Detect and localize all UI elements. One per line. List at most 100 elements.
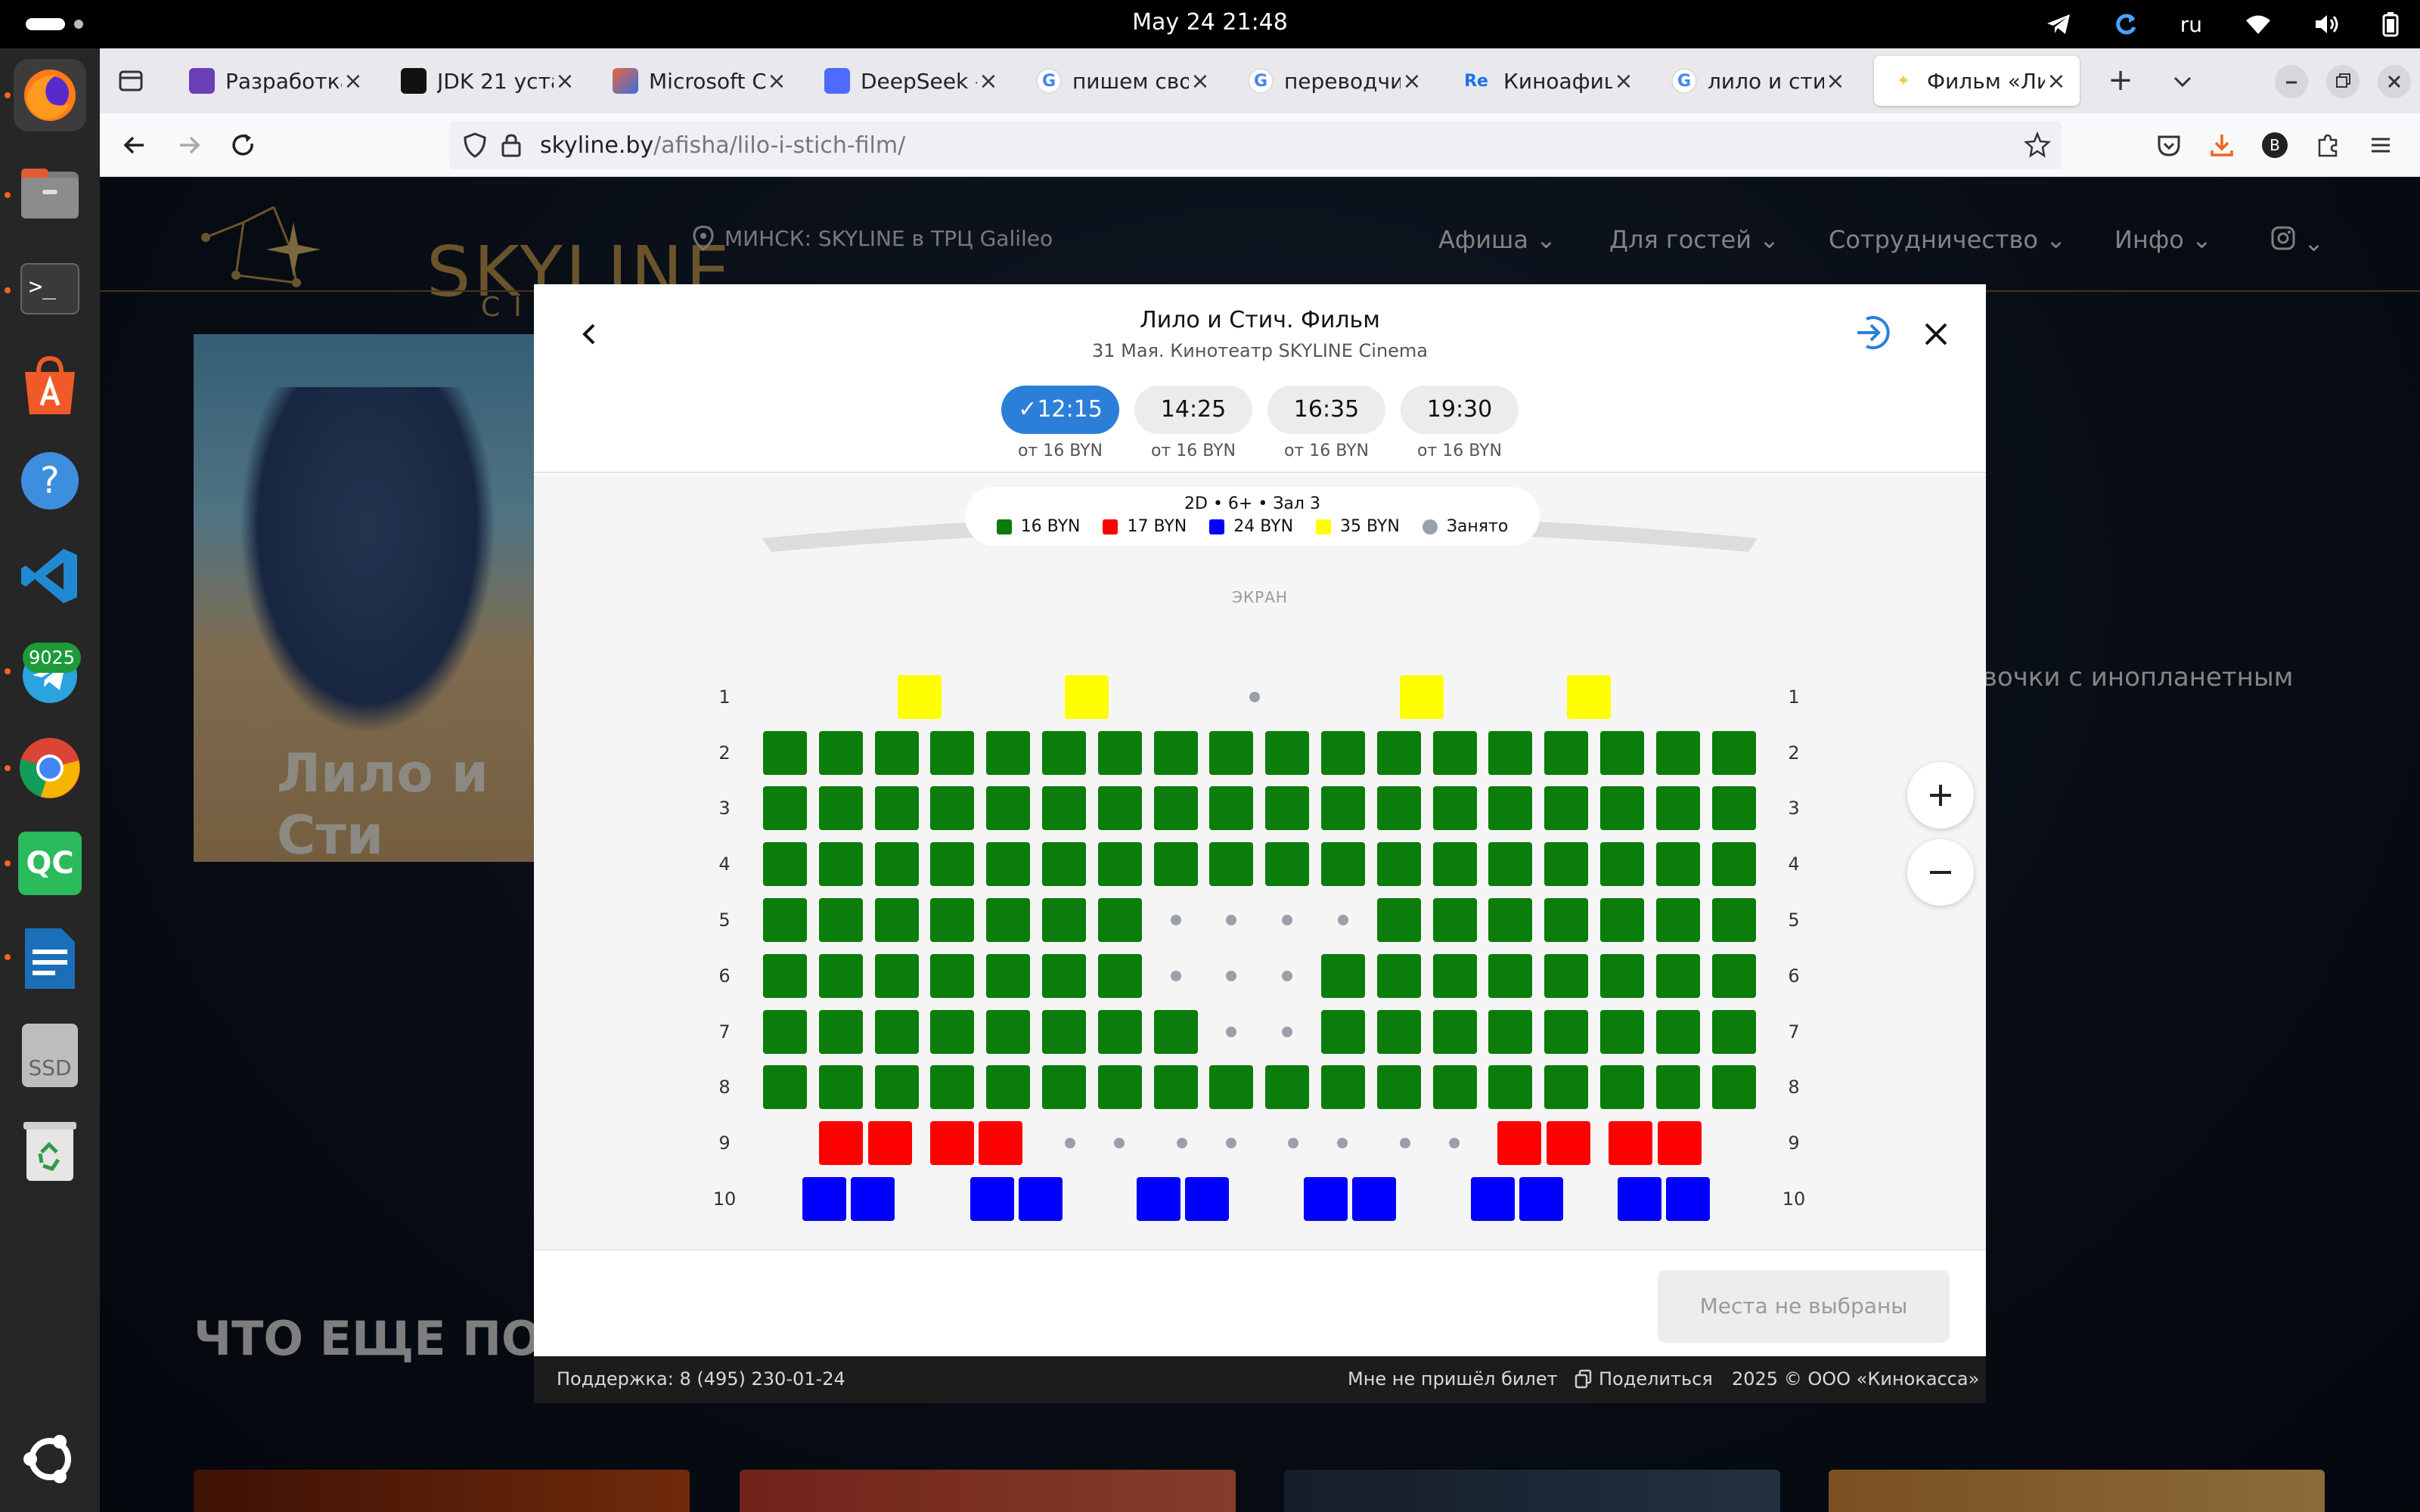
seat[interactable] bbox=[851, 1177, 895, 1221]
seat[interactable] bbox=[1042, 786, 1086, 830]
seat[interactable] bbox=[1488, 1065, 1533, 1109]
tab-deepseek[interactable]: DeepSeek - I × bbox=[808, 56, 1012, 106]
showtime-button[interactable]: 16:35 bbox=[1267, 386, 1385, 434]
tab-kinoafisha[interactable]: Re Киноафиша × bbox=[1443, 56, 1647, 106]
list-tabs-button[interactable] bbox=[2166, 65, 2199, 98]
seat[interactable] bbox=[1352, 1177, 1396, 1221]
seat[interactable] bbox=[1711, 1065, 1756, 1109]
seat[interactable] bbox=[874, 842, 919, 886]
seat[interactable] bbox=[1153, 1065, 1198, 1109]
seat[interactable] bbox=[986, 1065, 1031, 1109]
minimize-button[interactable] bbox=[2275, 65, 2308, 98]
close-window-button[interactable] bbox=[2378, 65, 2411, 98]
seat[interactable] bbox=[1544, 1065, 1589, 1109]
seat[interactable] bbox=[1618, 1177, 1661, 1221]
tab-microsoft-copilot[interactable]: Microsoft Co × bbox=[596, 56, 800, 106]
volume-icon[interactable] bbox=[2314, 13, 2340, 36]
seat[interactable] bbox=[1655, 898, 1700, 942]
wifi-icon[interactable] bbox=[2245, 14, 2272, 35]
seat[interactable] bbox=[1432, 898, 1477, 942]
seat[interactable] bbox=[1321, 1065, 1365, 1109]
seat[interactable] bbox=[1544, 1010, 1589, 1054]
dock-ssd[interactable]: SSD bbox=[14, 1019, 86, 1092]
keyboard-layout-indicator[interactable]: ru bbox=[2180, 12, 2202, 37]
seat[interactable] bbox=[1376, 1010, 1421, 1054]
showtime-button[interactable]: 19:30 bbox=[1401, 386, 1519, 434]
seat[interactable] bbox=[1209, 786, 1254, 830]
seat[interactable] bbox=[874, 1010, 919, 1054]
pocket-button[interactable] bbox=[2152, 129, 2186, 162]
seat[interactable] bbox=[1042, 842, 1086, 886]
seat[interactable] bbox=[1432, 1065, 1477, 1109]
seat[interactable] bbox=[1544, 954, 1589, 998]
seat[interactable] bbox=[1042, 1010, 1086, 1054]
seat[interactable] bbox=[1544, 731, 1589, 775]
seat[interactable] bbox=[1432, 731, 1477, 775]
forward-button[interactable] bbox=[172, 129, 206, 162]
tab-close-icon[interactable]: × bbox=[554, 68, 576, 94]
seat[interactable] bbox=[1497, 1121, 1541, 1165]
seat[interactable] bbox=[1097, 842, 1142, 886]
seat[interactable] bbox=[1600, 954, 1644, 998]
seat[interactable] bbox=[763, 842, 807, 886]
extensions-button[interactable] bbox=[2311, 129, 2344, 162]
seat[interactable] bbox=[986, 898, 1031, 942]
zoom-in-button[interactable] bbox=[1907, 762, 1974, 829]
seat[interactable] bbox=[874, 786, 919, 830]
support-phone[interactable]: Поддержка: 8 (495) 230-01-24 bbox=[557, 1368, 845, 1390]
seat[interactable] bbox=[1097, 1065, 1142, 1109]
seat[interactable] bbox=[1711, 842, 1756, 886]
seat[interactable] bbox=[930, 731, 975, 775]
no-seats-selected-button[interactable]: Места не выбраны bbox=[1658, 1270, 1950, 1343]
seat[interactable] bbox=[930, 1121, 974, 1165]
seat[interactable] bbox=[1488, 842, 1533, 886]
seat[interactable] bbox=[874, 731, 919, 775]
seat[interactable] bbox=[1321, 954, 1365, 998]
tab-close-icon[interactable]: × bbox=[342, 68, 365, 94]
seat[interactable] bbox=[1600, 786, 1644, 830]
seat[interactable] bbox=[1488, 898, 1533, 942]
dock-app-center[interactable] bbox=[14, 349, 86, 422]
dock-help[interactable]: ? bbox=[14, 445, 86, 517]
seat[interactable] bbox=[979, 1121, 1022, 1165]
seat[interactable] bbox=[1321, 786, 1365, 830]
seat[interactable] bbox=[1209, 842, 1254, 886]
seat[interactable] bbox=[930, 954, 975, 998]
seat[interactable] bbox=[1376, 954, 1421, 998]
seat[interactable] bbox=[986, 954, 1031, 998]
battery-icon[interactable] bbox=[2382, 11, 2399, 37]
seat[interactable] bbox=[1600, 898, 1644, 942]
seat[interactable] bbox=[1153, 786, 1198, 830]
dock-qc[interactable]: QC bbox=[14, 827, 86, 900]
tab-close-icon[interactable]: × bbox=[977, 68, 1000, 94]
seat[interactable] bbox=[930, 1010, 975, 1054]
seat[interactable] bbox=[1153, 1010, 1198, 1054]
seat[interactable] bbox=[818, 786, 863, 830]
seat[interactable] bbox=[1265, 842, 1310, 886]
seat[interactable] bbox=[1265, 786, 1310, 830]
seat[interactable] bbox=[1321, 731, 1365, 775]
seat[interactable] bbox=[1376, 731, 1421, 775]
seat[interactable] bbox=[763, 731, 807, 775]
seat[interactable] bbox=[986, 786, 1031, 830]
address-bar[interactable]: skyline.by/afisha/lilo-i-stich-film/ bbox=[449, 121, 2062, 169]
seat[interactable] bbox=[763, 1065, 807, 1109]
tab-close-icon[interactable]: × bbox=[2045, 68, 2068, 94]
tab-close-icon[interactable]: × bbox=[765, 68, 788, 94]
firefox-view-button[interactable] bbox=[113, 64, 148, 98]
seat[interactable] bbox=[1609, 1121, 1652, 1165]
tab-google-search-2[interactable]: G переводчик × bbox=[1231, 56, 1435, 106]
seat[interactable] bbox=[930, 842, 975, 886]
tab-google-search-3[interactable]: G лило и стич × bbox=[1655, 56, 1859, 106]
seat[interactable] bbox=[874, 898, 919, 942]
seat[interactable] bbox=[1097, 786, 1142, 830]
tab-close-icon[interactable]: × bbox=[1189, 68, 1212, 94]
seat[interactable] bbox=[970, 1177, 1014, 1221]
app-menu-button[interactable] bbox=[2364, 129, 2397, 162]
dock-terminal[interactable]: >_ bbox=[14, 253, 86, 325]
dock-firefox[interactable] bbox=[14, 59, 86, 132]
seat[interactable] bbox=[1488, 1010, 1533, 1054]
seat[interactable] bbox=[1153, 842, 1198, 886]
seat[interactable] bbox=[818, 898, 863, 942]
seat[interactable] bbox=[898, 675, 942, 719]
